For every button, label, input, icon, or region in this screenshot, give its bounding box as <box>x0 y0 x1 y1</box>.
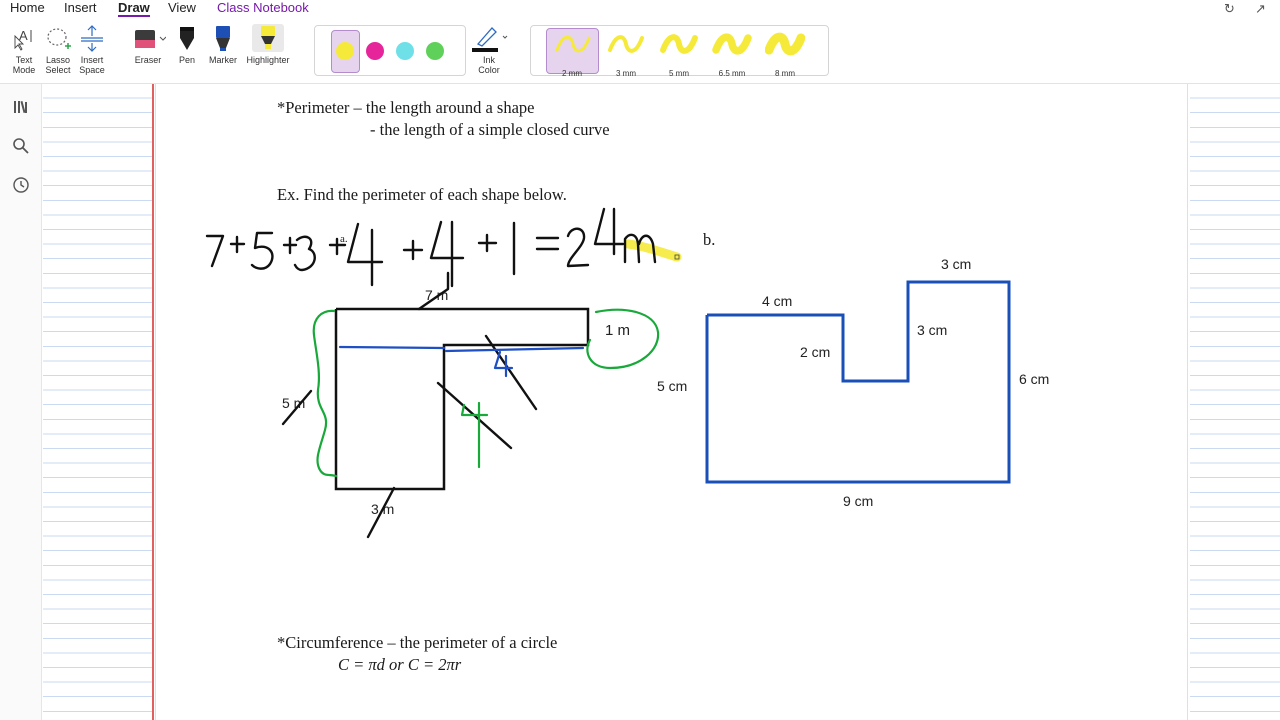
shape-b-top-left-label: 4 cm <box>762 293 793 309</box>
color-swatch-cyan[interactable] <box>396 42 414 60</box>
circumference-definition: *Circumference – the perimeter of a circ… <box>277 633 558 652</box>
ink-color-icon <box>470 24 508 52</box>
lasso-select-button[interactable]: Lasso Select <box>42 24 74 75</box>
shape-b-top-right-label: 3 cm <box>941 256 972 272</box>
color-swatch-yellow[interactable] <box>336 42 354 60</box>
ink-color-button[interactable]: Ink Color <box>469 24 509 75</box>
perimeter-definition-line2: - the length of a simple closed curve <box>370 120 610 139</box>
lined-paper-right <box>1190 84 1280 720</box>
thickness-6-5mm-label: 6.5 mm <box>718 69 746 78</box>
thickness-5mm-icon[interactable] <box>659 30 699 65</box>
recent-history-icon[interactable] <box>12 176 30 194</box>
tab-home[interactable]: Home <box>10 0 45 16</box>
thickness-2mm-label: 2 mm <box>562 69 582 78</box>
thickness-palette: 2 mm 3 mm 5 mm 6.5 mm 8 mm <box>530 25 829 78</box>
tab-insert[interactable]: Insert <box>64 0 97 16</box>
tab-view[interactable]: View <box>168 0 196 16</box>
text-mode-button[interactable]: A Text Mode <box>8 24 40 75</box>
highlighter-button[interactable]: Highlighter <box>242 24 294 65</box>
thickness-3mm-label: 3 mm <box>616 69 636 78</box>
circumference-formula: C = πd or C = 2πr <box>338 655 462 674</box>
shape-b-notch-right-label: 3 cm <box>917 322 948 338</box>
pen-icon <box>174 24 200 52</box>
lined-paper-left <box>43 84 152 720</box>
pen-button[interactable]: Pen <box>174 24 200 65</box>
ink-color-label: Ink Color <box>478 55 500 75</box>
insert-space-icon <box>79 24 105 52</box>
navigation-sidebar <box>0 84 42 720</box>
lasso-select-label: Lasso Select <box>45 55 71 75</box>
marker-icon <box>210 24 236 52</box>
shape-b-bottom-label: 9 cm <box>843 493 874 509</box>
thickness-5mm-label: 5 mm <box>669 69 689 78</box>
thickness-3mm-icon[interactable] <box>606 30 646 65</box>
shape-a-right-label: 1 m <box>605 322 631 339</box>
tab-draw[interactable]: Draw <box>118 0 150 17</box>
insert-space-button[interactable]: Insert Space <box>76 24 108 75</box>
thickness-8mm-icon[interactable] <box>764 30 806 65</box>
tab-class-notebook[interactable]: Class Notebook <box>217 0 309 16</box>
onenote-window: Home Insert Draw View Class Notebook ↻ ↗… <box>0 0 1280 720</box>
color-swatch-pink[interactable] <box>366 42 384 60</box>
color-palette <box>314 25 466 76</box>
insert-space-label: Insert Space <box>79 55 105 75</box>
sync-icon[interactable]: ↻ <box>1224 1 1235 17</box>
part-b-label: b. <box>703 230 716 249</box>
red-margin-line <box>152 84 154 720</box>
search-icon[interactable] <box>12 137 30 155</box>
shape-b-right-label: 6 cm <box>1019 371 1050 387</box>
shape-b-left-label: 5 cm <box>657 378 688 394</box>
shape-a-bottom-label: 3 m <box>371 501 395 517</box>
perimeter-definition-line1: *Perimeter – the length around a shape <box>277 98 535 117</box>
shape-a-top-label: 7 m <box>425 287 449 303</box>
thickness-6-5mm-icon[interactable] <box>712 30 752 65</box>
text-mode-label: Text Mode <box>12 55 36 75</box>
highlighter-label: Highlighter <box>246 55 290 65</box>
thickness-8mm-label: 8 mm <box>775 69 795 78</box>
notebooks-icon[interactable] <box>12 98 30 116</box>
text-mode-icon: A <box>11 24 37 52</box>
draw-ribbon: A Text Mode Lasso Select Insert Space Er… <box>0 18 1280 84</box>
pen-label: Pen <box>178 55 195 65</box>
marker-label: Marker <box>208 55 237 65</box>
lasso-select-icon <box>45 24 71 52</box>
share-icon[interactable]: ↗ <box>1255 1 1266 17</box>
marker-button[interactable]: Marker <box>206 24 240 65</box>
part-a-label: a. <box>340 233 348 245</box>
eraser-label: Eraser <box>134 55 162 65</box>
thickness-2mm-icon[interactable] <box>553 30 593 65</box>
highlighter-icon <box>252 24 284 52</box>
shape-b-notch-depth-label: 2 cm <box>800 344 831 360</box>
example-prompt: Ex. Find the perimeter of each shape bel… <box>277 185 567 204</box>
shape-a-left-label: 5 m <box>282 395 306 411</box>
color-swatch-green[interactable] <box>426 42 444 60</box>
note-page[interactable] <box>155 84 1188 720</box>
eraser-icon <box>130 24 167 52</box>
menu-bar: Home Insert Draw View Class Notebook ↻ ↗ <box>0 0 1280 18</box>
eraser-button[interactable]: Eraser <box>128 24 168 65</box>
